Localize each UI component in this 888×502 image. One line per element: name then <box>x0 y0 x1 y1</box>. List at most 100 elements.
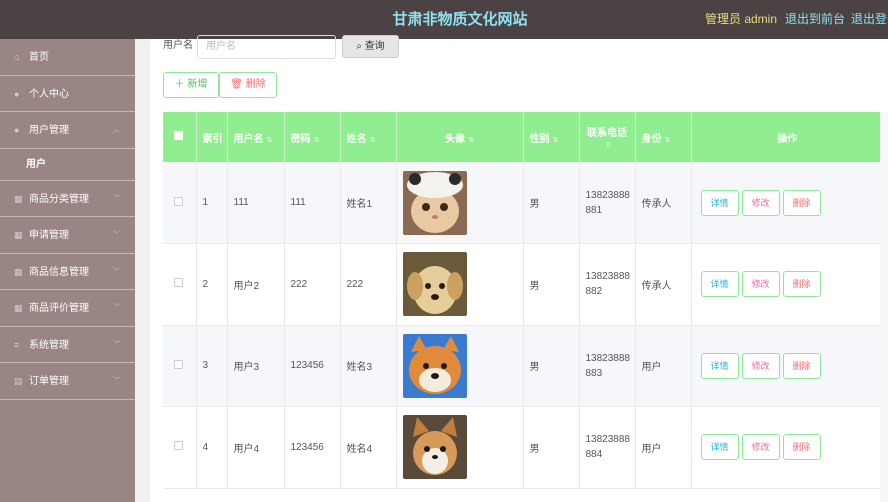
column-header-role[interactable]: 身份 ⇅ <box>635 112 692 162</box>
row-checkbox[interactable] <box>174 278 183 288</box>
sidebar-subitem-user[interactable]: 用户 <box>0 149 135 181</box>
trash-icon: 🗑 <box>230 79 243 90</box>
column-header-actions: 操作 <box>777 133 798 145</box>
sidebar-item-label: 商品信息管理 <box>29 266 89 278</box>
column-header-username[interactable]: 用户名 ⇅ <box>227 112 285 162</box>
cell-name: 222 <box>340 243 397 325</box>
sidebar-item-home[interactable]: ⌂ 首页 <box>0 39 135 76</box>
sidebar-item-category-management[interactable]: ▦ 商品分类管理 ﹀ <box>0 181 135 217</box>
admin-label: 管理员 admin <box>705 12 778 26</box>
row-checkbox[interactable] <box>174 359 183 369</box>
column-header-name[interactable]: 姓名 ⇅ <box>340 112 397 162</box>
column-header-password[interactable]: 密码 ⇅ <box>284 112 341 162</box>
cell-phone: 13823888883 <box>579 325 636 407</box>
sidebar-item-product-management[interactable]: ▦ 商品信息管理 ﹀ <box>0 254 135 290</box>
menu-icon: ≡ <box>14 339 20 350</box>
sort-icon: ⇅ <box>552 136 559 144</box>
cell-role: 传承人 <box>635 243 692 325</box>
sidebar-item-system-management[interactable]: ≡ 系统管理 ﹀ <box>0 327 135 363</box>
cell-phone: 13823888881 <box>579 162 636 244</box>
table-row: 4 用户4 123456 姓名4 男 13823888884 用户 详情 修改 … <box>163 406 883 488</box>
batch-delete-button[interactable]: 🗑 删除 <box>219 72 277 98</box>
cell-gender: 男 <box>523 325 580 407</box>
main-content: 用户名 用户名 ⌕ 查询 ＋ 新增 🗑 删除 索引 用户名 ⇅ 密码 ⇅ 姓名 ⇅ 头… <box>150 35 888 502</box>
delete-button[interactable]: 删除 <box>782 434 821 461</box>
vertical-scrollbar[interactable] <box>880 112 888 502</box>
cell-password: 111 <box>284 162 341 244</box>
edit-button[interactable]: 修改 <box>741 189 780 216</box>
edit-button[interactable]: 修改 <box>741 352 780 379</box>
edit-button[interactable]: 修改 <box>741 271 780 298</box>
cell-gender: 男 <box>523 243 580 325</box>
logout-link[interactable]: 退出登录 <box>851 0 888 39</box>
delete-button[interactable]: 删除 <box>782 189 821 216</box>
cell-gender: 男 <box>523 406 580 488</box>
back-to-front-link[interactable]: 退出到前台 <box>785 0 845 39</box>
detail-button[interactable]: 详情 <box>700 352 739 379</box>
grid-icon: ▦ <box>14 303 23 313</box>
sidebar-item-order-management[interactable]: ▤ 订单管理 ﹀ <box>0 363 135 400</box>
add-button[interactable]: ＋ 新增 <box>163 72 219 98</box>
delete-button[interactable]: 删除 <box>782 271 821 298</box>
select-all-checkbox[interactable] <box>174 131 183 140</box>
sort-icon: ⇅ <box>266 136 273 144</box>
sidebar-item-label: 用户管理 <box>29 125 69 136</box>
column-header-label: 性别 <box>529 133 550 145</box>
sidebar-item-label: 首页 <box>29 52 49 63</box>
sort-icon: ⇅ <box>468 136 474 144</box>
search-input[interactable]: 用户名 <box>197 35 336 59</box>
cell-gender: 男 <box>523 162 580 244</box>
sidebar-item-application-management[interactable]: ▦ 申请管理 ﹀ <box>0 217 135 254</box>
cell-index: 2 <box>196 243 228 325</box>
edit-button[interactable]: 修改 <box>741 434 780 461</box>
column-header-gender[interactable]: 性别 ⇅ <box>523 112 580 162</box>
search-icon: ⌕ <box>356 41 362 52</box>
cell-password: 123456 <box>284 406 341 488</box>
user-icon: ● <box>14 88 20 99</box>
cell-username: 用户3 <box>227 325 285 407</box>
detail-button[interactable]: 详情 <box>700 189 739 216</box>
column-header-index: 索引 <box>196 112 228 162</box>
table-row: 2 用户2 222 222 男 13823888882 传承人 详情 修改 删除 <box>163 243 883 325</box>
avatar-cat <box>402 170 467 235</box>
chevron-up-icon: ︿ <box>113 125 121 134</box>
search-label: 用户名 <box>163 40 193 51</box>
cell-username: 用户4 <box>227 406 285 488</box>
cell-role: 用户 <box>635 406 692 488</box>
top-bar: 甘肃非物质文化网站 管理员 admin 退出到前台 退出登录 <box>0 0 888 39</box>
row-checkbox[interactable] <box>174 196 183 206</box>
cell-role: 传承人 <box>635 162 692 244</box>
search-button[interactable]: ⌕ 查询 <box>342 35 399 58</box>
chevron-down-icon: ﹀ <box>113 230 121 239</box>
detail-button[interactable]: 详情 <box>700 271 739 298</box>
column-header-label: 头像 <box>445 133 466 145</box>
chart-icon: ▤ <box>14 376 23 386</box>
cell-index: 3 <box>196 325 228 407</box>
grid-icon: ▦ <box>14 266 23 277</box>
avatar-corgi <box>402 415 467 480</box>
cell-username: 111 <box>227 162 285 244</box>
row-checkbox[interactable] <box>174 441 183 451</box>
sidebar-item-label: 商品评价管理 <box>29 303 89 314</box>
delete-button[interactable]: 删除 <box>782 352 821 379</box>
chevron-down-icon: ﹀ <box>113 339 121 349</box>
column-header-phone[interactable]: 联系电话 ⇅ <box>579 112 636 162</box>
detail-button[interactable]: 详情 <box>700 434 739 461</box>
column-header-avatar[interactable]: 头像 ⇅ <box>396 112 524 162</box>
sidebar-item-review-management[interactable]: ▦ 商品评价管理 ﹀ <box>0 290 135 327</box>
grid-icon: ▦ <box>14 193 23 204</box>
sidebar-item-user-management[interactable]: ● 用户管理 ︿ <box>0 112 135 149</box>
column-header-label: 姓名 <box>346 133 367 145</box>
home-icon: ⌂ <box>14 52 20 62</box>
cell-phone: 13823888882 <box>579 243 636 325</box>
sidebar-item-label: 个人中心 <box>29 88 69 100</box>
chevron-down-icon: ﹀ <box>113 376 121 385</box>
column-header-label: 密码 <box>290 133 311 145</box>
sidebar-item-personal-center[interactable]: ● 个人中心 <box>0 76 135 112</box>
sidebar-item-label: 订单管理 <box>29 376 69 387</box>
column-header-label: 身份 <box>641 133 662 145</box>
user-icon: ● <box>14 125 20 135</box>
cell-index: 4 <box>196 406 228 488</box>
cell-password: 123456 <box>284 325 341 407</box>
sidebar: ⌂ 首页 ● 个人中心 ● 用户管理 ︿ 用户 ▦ 商品分类管理 ﹀ ▦ 申请管理 ﹀ ▦… <box>0 39 135 502</box>
